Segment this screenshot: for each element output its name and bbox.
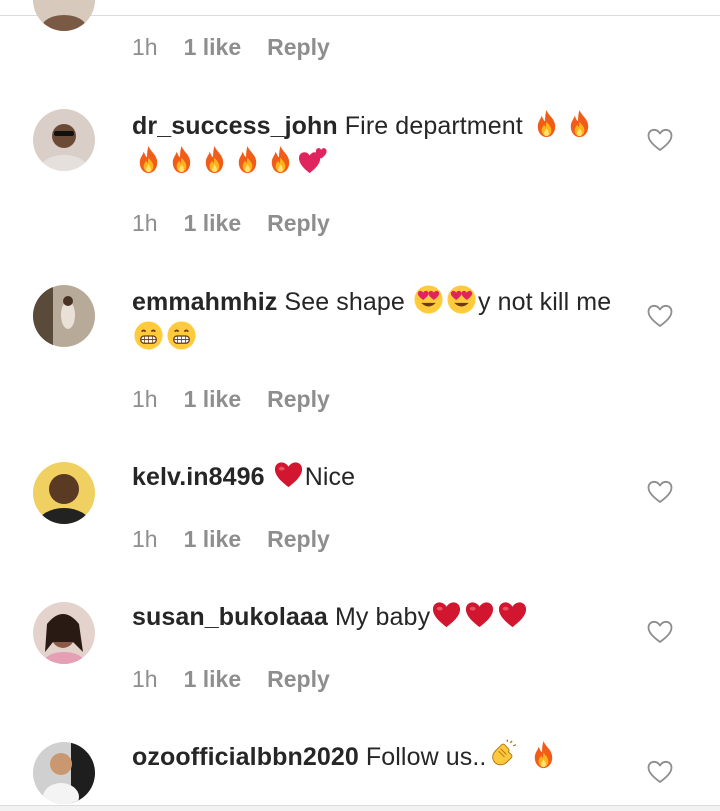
- reply-button[interactable]: Reply: [267, 666, 330, 692]
- grinning-emoji: [166, 320, 197, 351]
- comment-time: 1h: [132, 210, 158, 236]
- comment-time: 1h: [132, 386, 158, 412]
- comment-text: My baby: [327, 603, 431, 631]
- comment-body: dr_success_john Fire department: [132, 108, 612, 180]
- reply-button[interactable]: Reply: [267, 34, 330, 60]
- like-count[interactable]: 1 like: [184, 666, 242, 692]
- comment-body: susan_bukolaaa My baby: [132, 599, 612, 635]
- comment-text: [265, 463, 272, 491]
- comment-username[interactable]: susan_bukolaaa: [132, 603, 328, 631]
- like-heart-icon[interactable]: [647, 480, 673, 504]
- comment-text: Follow us..: [358, 743, 487, 771]
- comment-body: ozoofficialbbn2020 Follow us..: [132, 739, 612, 775]
- fire-emoji: [199, 144, 230, 175]
- avatar[interactable]: [33, 602, 95, 664]
- like-count[interactable]: 1 like: [184, 526, 242, 552]
- like-count[interactable]: 1 like: [184, 210, 242, 236]
- fire-emoji: [166, 144, 197, 175]
- heart-eyes-emoji: [446, 284, 477, 315]
- like-heart-icon[interactable]: [647, 620, 673, 644]
- avatar[interactable]: [33, 0, 95, 31]
- fire-emoji: [133, 144, 164, 175]
- comment-text: Nice: [304, 463, 356, 491]
- red-heart-emoji: [273, 459, 304, 490]
- like-heart-icon[interactable]: [647, 760, 673, 784]
- comment-text: Fire department: [337, 112, 530, 140]
- avatar[interactable]: [33, 462, 95, 524]
- red-heart-emoji: [497, 599, 528, 630]
- fire-emoji: [528, 739, 559, 770]
- comment-time: 1h: [132, 34, 158, 60]
- comment-meta: 1h 1 like Reply: [132, 666, 356, 693]
- comment-text: y not kill me: [477, 288, 612, 316]
- reply-button[interactable]: Reply: [267, 526, 330, 552]
- like-heart-icon[interactable]: [647, 128, 673, 152]
- like-heart-icon[interactable]: [647, 304, 673, 328]
- comment-username[interactable]: emmahmhiz: [132, 288, 277, 316]
- fire-emoji: [564, 108, 595, 139]
- comment-text: [519, 743, 526, 771]
- comment-meta: 1h 1 like Reply: [132, 526, 356, 553]
- like-count[interactable]: 1 like: [184, 34, 242, 60]
- clapping-hands-emoji: [487, 739, 518, 770]
- bottom-bar: [0, 805, 720, 811]
- red-heart-emoji: [464, 599, 495, 630]
- comment-username[interactable]: ozoofficialbbn2020: [132, 743, 359, 771]
- comment-body: kelv.in8496 Nice: [132, 459, 612, 495]
- avatar[interactable]: [33, 285, 95, 347]
- red-heart-emoji: [431, 599, 462, 630]
- grinning-emoji: [133, 320, 164, 351]
- comment-username[interactable]: dr_success_john: [132, 112, 338, 140]
- top-divider: [0, 15, 720, 16]
- comment-time: 1h: [132, 666, 158, 692]
- comment-text: See shape: [277, 288, 412, 316]
- like-count[interactable]: 1 like: [184, 386, 242, 412]
- fire-emoji: [232, 144, 263, 175]
- comment-body: emmahmhiz See shape y not kill me: [132, 284, 612, 356]
- fire-emoji: [265, 144, 296, 175]
- avatar[interactable]: [33, 109, 95, 171]
- comment-meta: 1h 1 like Reply: [132, 386, 356, 413]
- reply-button[interactable]: Reply: [267, 386, 330, 412]
- heart-eyes-emoji: [413, 284, 444, 315]
- avatar[interactable]: [33, 742, 95, 804]
- fire-emoji: [531, 108, 562, 139]
- comment-time: 1h: [132, 526, 158, 552]
- comment-meta: 1h 1 like Reply: [132, 34, 356, 61]
- comment-meta: 1h 1 like Reply: [132, 210, 356, 237]
- reply-button[interactable]: Reply: [267, 210, 330, 236]
- comment-username[interactable]: kelv.in8496: [132, 463, 265, 491]
- two-hearts-emoji: [298, 144, 329, 175]
